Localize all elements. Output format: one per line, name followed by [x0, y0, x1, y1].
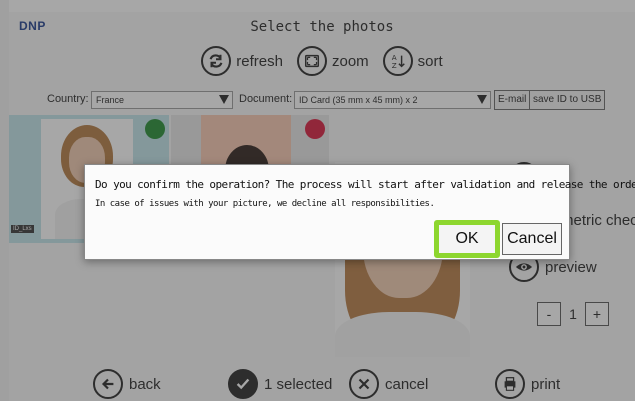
- dialog-sub-message: In case of issues with your picture, we …: [95, 199, 435, 209]
- confirm-dialog: Do you confirm the operation? The proces…: [84, 164, 635, 260]
- ok-button[interactable]: OK: [434, 220, 500, 258]
- screen: DNP Select the photos refresh zoom AZ so…: [0, 0, 635, 401]
- dialog-message: Do you confirm the operation? The proces…: [95, 178, 635, 191]
- dialog-cancel-button[interactable]: Cancel: [502, 223, 562, 255]
